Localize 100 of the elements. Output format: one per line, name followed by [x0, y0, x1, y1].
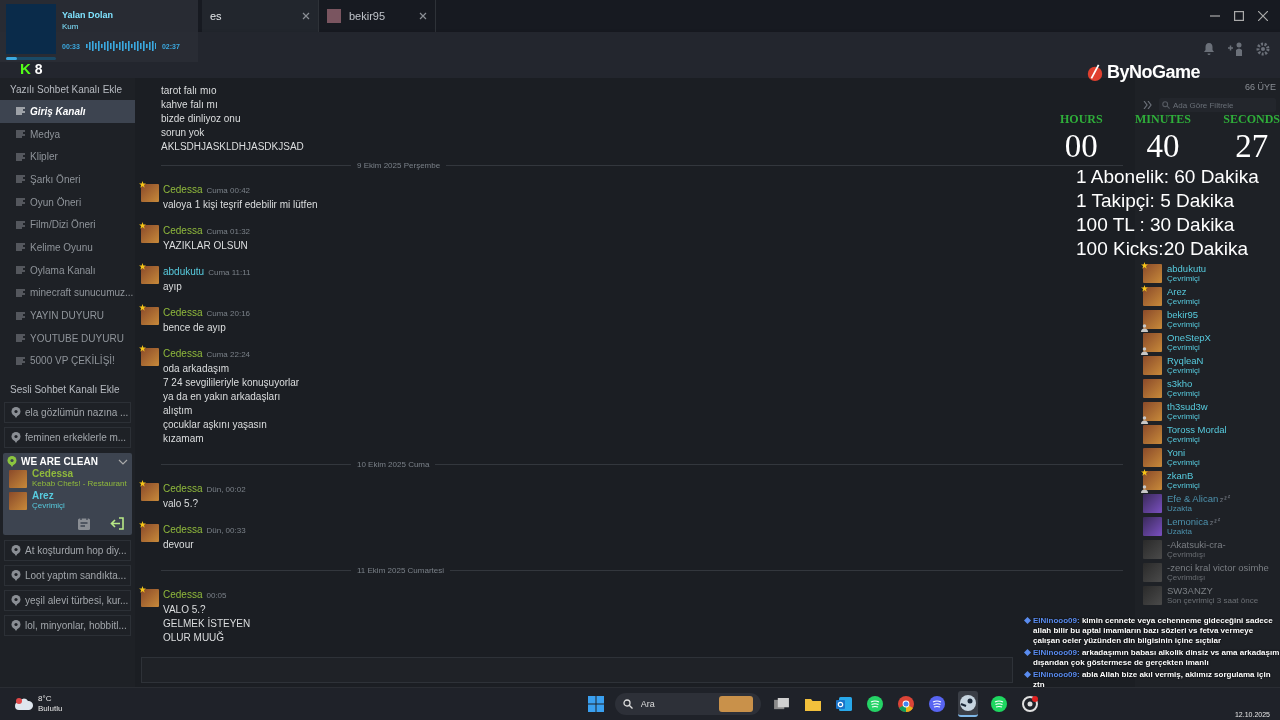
member-name[interactable]: Toross Mordal — [1167, 424, 1227, 435]
taskbar-app-icon[interactable] — [957, 691, 978, 717]
text-channel[interactable]: Şarkı Öneri — [0, 168, 135, 191]
member-name[interactable]: Cedessa — [32, 469, 127, 480]
message-text: YAZIKLAR OLSUN — [163, 239, 248, 253]
member-name[interactable]: th3sud3w — [1167, 401, 1208, 412]
text-channel[interactable]: Kelime Oyunu — [0, 236, 135, 259]
close-icon[interactable] — [419, 12, 427, 20]
message-text: OLUR MUUĞ — [163, 631, 225, 645]
member-status: Çevrimiçi — [32, 501, 65, 512]
maximize-icon[interactable] — [1234, 11, 1244, 21]
author-name[interactable]: Cedessa — [163, 588, 203, 602]
member-name[interactable]: Efe & Alican — [1167, 493, 1219, 504]
text-channel[interactable]: YOUTUBE DUYURU — [0, 326, 135, 350]
timestamp: Dün, 00:02 — [206, 484, 246, 496]
brand-name: ByNoGame — [1107, 62, 1201, 83]
avatar-image — [1143, 264, 1162, 283]
author-name[interactable]: Cedessa — [163, 523, 203, 537]
member-name[interactable]: Yoni — [1167, 447, 1186, 458]
text-channel[interactable]: 5000 VP ÇEKİLİŞİ! — [0, 349, 135, 373]
star-icon — [139, 222, 146, 229]
voice-channel[interactable]: lol, minyonlar, hobbitl... — [4, 615, 131, 637]
text-channel-icon — [16, 334, 25, 343]
text-channel-icon — [16, 311, 25, 320]
text-channel-icon — [16, 175, 25, 184]
avatar-image — [1143, 333, 1162, 352]
voice-channel-icon — [11, 570, 21, 582]
voice-channel[interactable]: ela gözlümün nazına ... — [4, 402, 131, 424]
text-channel[interactable]: Medya — [0, 122, 135, 146]
author-name[interactable]: Cedessa — [163, 482, 203, 496]
member-name[interactable]: Arez — [1167, 286, 1187, 297]
section-heading[interactable]: Yazılı Sohbet Kanalı Ekle — [0, 78, 135, 100]
cloud-icon[interactable] — [14, 697, 34, 711]
active-voice-channel[interactable]: WE ARE CLEAN Cedessa Kebab Chefs! - Restaurant Arez Çevrimiçi — [3, 453, 132, 536]
close-icon[interactable] — [302, 12, 310, 20]
author-name[interactable]: Cedessa — [163, 183, 203, 197]
logo-icon — [1086, 63, 1104, 82]
timestamp: Cuma 00:42 — [206, 185, 251, 197]
timer-label: HOURS — [1060, 112, 1103, 127]
bell-icon[interactable] — [1202, 42, 1216, 56]
member-name[interactable]: bekir95 — [1167, 309, 1199, 320]
member-status: Çevrimdışı — [1167, 549, 1207, 560]
avatar-image — [141, 266, 159, 284]
voice-channel[interactable]: Loot yaptım sandıkta... — [4, 565, 131, 587]
avatar-image — [1143, 310, 1162, 329]
member-name[interactable]: zkanB — [1167, 470, 1194, 481]
message-text: AKLSDHJASKLDHJASDKJSAD — [161, 140, 304, 154]
voice-channel-icon — [11, 432, 21, 444]
author-name[interactable]: abdukutu — [163, 265, 205, 279]
member-name[interactable]: RyqleaN — [1167, 355, 1204, 366]
member-name[interactable]: Lemonica — [1167, 516, 1209, 527]
member-name[interactable]: Arez — [32, 491, 65, 502]
avatar-image — [141, 483, 159, 501]
close-icon[interactable] — [1258, 11, 1268, 21]
message-text: çocuklar aşkını yaşasın — [163, 418, 267, 432]
windows-logo-icon[interactable] — [587, 696, 604, 712]
chevron-down-icon[interactable] — [118, 458, 128, 465]
author-name[interactable]: Cedessa — [163, 224, 203, 238]
star-icon — [139, 586, 146, 593]
double-chevron-icon[interactable] — [1143, 101, 1153, 109]
text-channel-icon — [16, 130, 25, 139]
text-channel[interactable]: minecraft sunucumuz... — [0, 281, 135, 305]
chat-tab[interactable]: es — [202, 0, 319, 32]
member-name[interactable]: OneStepX — [1167, 332, 1211, 343]
filter-field[interactable]: Ada Göre Filtrele — [1159, 98, 1276, 112]
text-channel[interactable]: Giriş Kanalı — [0, 100, 135, 123]
avatar-image — [1143, 471, 1162, 490]
avatar-image — [1143, 494, 1162, 513]
text-channel[interactable]: Oyun Öneri — [0, 190, 135, 214]
add-friend-icon[interactable] — [1228, 42, 1244, 56]
avatar-image — [141, 184, 159, 202]
member-name[interactable]: abdukutu — [1167, 263, 1207, 274]
voice-channel[interactable]: feminen erkeklerle m... — [4, 427, 131, 449]
avatar-image — [1143, 356, 1162, 375]
avatar-image — [1143, 448, 1162, 467]
author-name[interactable]: Cedessa — [163, 306, 203, 320]
message-text: VALO 5.? — [163, 603, 206, 617]
voice-channel[interactable]: yeşil alevi türbesi, kur... — [4, 590, 131, 612]
star-icon — [139, 304, 146, 311]
viewer-count: 8 — [34, 62, 43, 76]
timer-rule: 100 Kicks:20 Dakika — [1075, 237, 1249, 261]
text-channel-icon — [16, 288, 25, 297]
text-channel[interactable]: Klipler — [0, 145, 135, 169]
settings-icon[interactable] — [1256, 42, 1270, 56]
avatar-image — [1143, 379, 1162, 398]
text-channel[interactable]: YAYIN DUYURU — [0, 304, 135, 327]
member-name[interactable]: -Akatsuki-cra- — [1167, 539, 1226, 550]
avatar-image — [327, 9, 341, 23]
star-icon — [139, 263, 146, 270]
member-name[interactable]: s3kho — [1167, 378, 1193, 389]
leave-icon[interactable] — [110, 517, 124, 531]
text-channel[interactable]: Film/Dizi Öneri — [0, 213, 135, 237]
member-name[interactable]: -zenci kral victor osimhe — [1167, 562, 1269, 573]
text-channel[interactable]: Oylama Kanalı — [0, 258, 135, 282]
calendar-icon[interactable] — [78, 517, 90, 531]
voice-channel[interactable]: At koşturdum hop diy... — [4, 540, 131, 562]
member-status: Çevrimiçi — [1167, 342, 1201, 353]
author-name[interactable]: Cedessa — [163, 347, 203, 361]
section-heading[interactable]: Sesli Sohbet Kanalı Ekle — [0, 372, 135, 401]
member-name[interactable]: SW3ANZY — [1167, 585, 1213, 596]
